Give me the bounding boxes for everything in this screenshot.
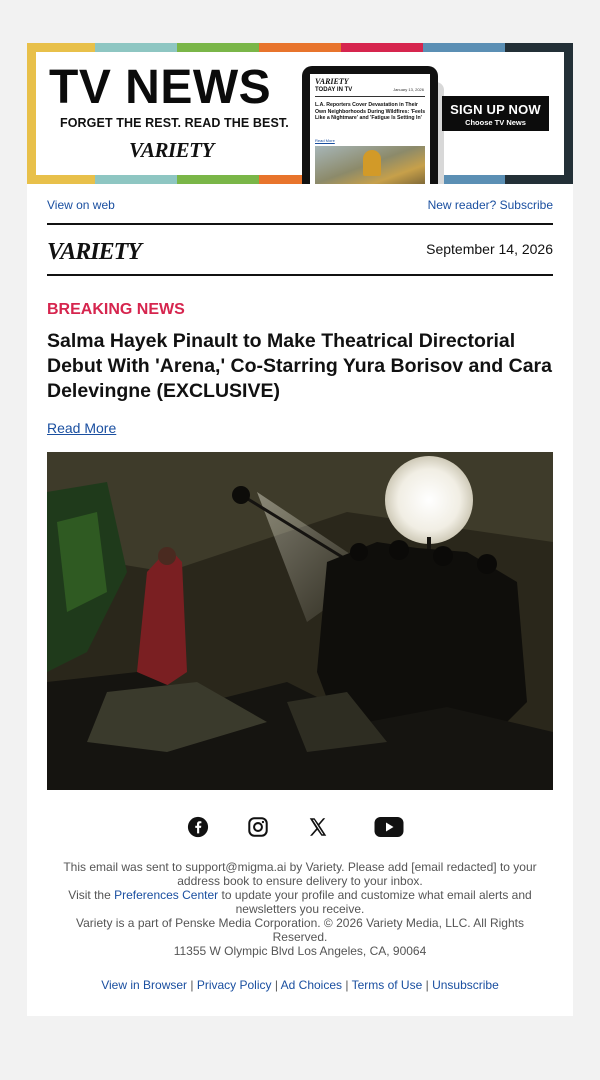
article-photo[interactable] [47,452,553,790]
phone-read-more: Read More [315,138,335,143]
terms-of-use-link[interactable]: Terms of Use [352,978,423,992]
social-icons [27,813,573,841]
issue-date: September 14, 2026 [426,241,553,257]
ad-choices-link[interactable]: Ad Choices [281,978,342,992]
youtube-icon[interactable] [374,813,404,841]
phone-headline: L.A. Reporters Cover Devastation in Thei… [315,102,426,121]
phone-date: January 13, 2026 [393,87,424,92]
banner-variety-logo: VARIETY [129,138,214,162]
footer-preferences-prefix: Visit the [68,888,115,902]
footer-separator: | [342,978,352,992]
header-top-rule [47,223,553,225]
header-bottom-rule [47,274,553,276]
footer-text: This email was sent to support@migma.ai … [57,860,543,958]
breaking-news-kicker: BREAKING NEWS [47,301,185,318]
article-headline[interactable]: Salma Hayek Pinault to Make Theatrical D… [47,329,553,404]
footer-preferences-suffix: to update your profile and customize wha… [218,888,532,916]
x-icon[interactable] [304,813,332,841]
phone-divider [315,96,425,97]
facebook-icon[interactable] [184,813,212,841]
instagram-icon[interactable] [244,813,272,841]
banner-tagline: FORGET THE REST. READ THE BEST. [60,116,289,130]
variety-logo[interactable]: VARIETY [47,239,142,266]
privacy-policy-link[interactable]: Privacy Policy [197,978,272,992]
unsubscribe-link[interactable]: Unsubscribe [432,978,499,992]
banner-title: TV NEWS [49,61,272,114]
footer-separator: | [187,978,197,992]
phone-label: TODAY IN TV [315,87,353,93]
footer-links: View in Browser | Privacy Policy | Ad Ch… [27,978,573,992]
phone-mockup: VARIETY TODAY IN TV January 13, 2026 L.A… [302,66,438,184]
film-set-photo-art [47,452,553,790]
phone-photo-figure [363,150,381,176]
phone-variety-logo: VARIETY [315,77,349,86]
subscribe-link[interactable]: New reader? Subscribe [428,198,553,212]
signup-button[interactable]: SIGN UP NOW Choose TV News [442,96,549,131]
preferences-center-link[interactable]: Preferences Center [114,888,218,902]
view-in-browser-link[interactable]: View in Browser [101,978,187,992]
signup-main-label: SIGN UP NOW [450,102,541,117]
footer-address: 11355 W Olympic Blvd Los Angeles, CA, 90… [173,944,427,958]
read-more-link[interactable]: Read More [47,420,116,436]
signup-sub-label: Choose TV News [465,118,526,127]
footer-separator: | [422,978,433,992]
footer-delivery-note: This email was sent to support@migma.ai … [63,860,537,888]
footer-copyright: Variety is a part of Penske Media Corpor… [76,916,524,944]
phone-screen: VARIETY TODAY IN TV January 13, 2026 L.A… [310,74,430,184]
view-on-web-link[interactable]: View on web [47,198,115,212]
footer-separator: | [271,978,281,992]
phone-photo [315,146,425,184]
tv-news-banner[interactable]: TV NEWS FORGET THE REST. READ THE BEST. … [27,43,573,184]
footer-preferences-note: Visit the Preferences Center to update y… [57,888,543,916]
banner-inner: TV NEWS FORGET THE REST. READ THE BEST. … [36,52,564,184]
email-container: TV NEWS FORGET THE REST. READ THE BEST. … [27,43,573,1016]
